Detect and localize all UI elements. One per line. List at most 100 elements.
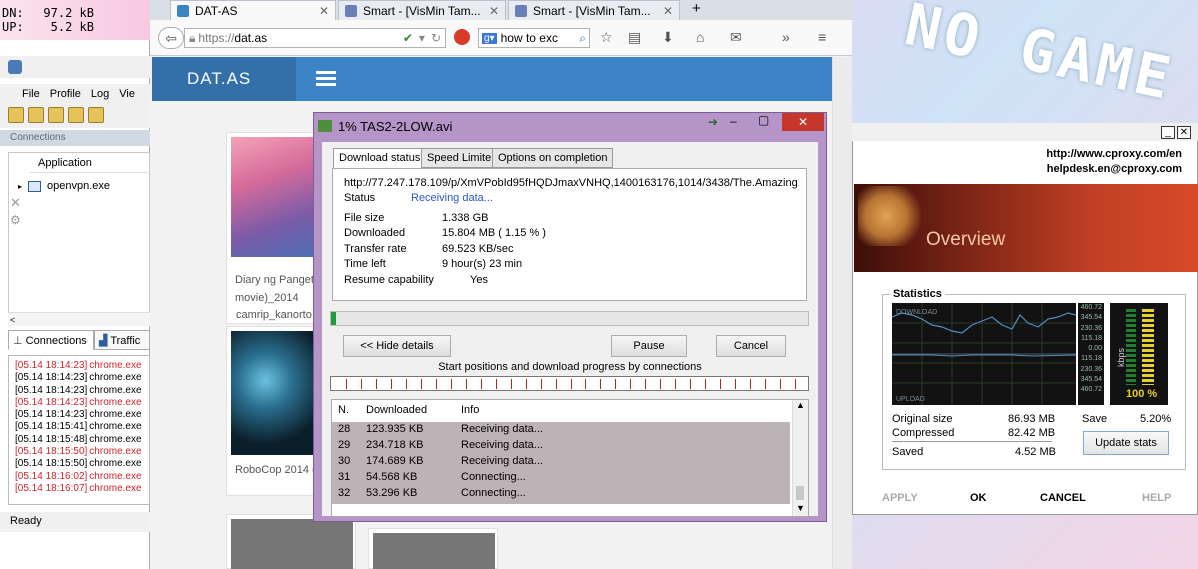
help-button[interactable]: HELP <box>1142 492 1171 504</box>
search-box[interactable]: g▾ how to exc ⌕ <box>478 28 590 48</box>
close-icon[interactable]: ✕ <box>10 195 30 211</box>
toolbar-icon-3[interactable] <box>48 107 64 123</box>
table-row[interactable]: 29 234.718 KB Receiving data... <box>332 438 790 454</box>
hamburger-menu-icon[interactable] <box>316 71 336 89</box>
field-label-transfer-rate: Transfer rate <box>344 243 407 255</box>
table-scrollbar[interactable]: ▲ ▼ <box>792 400 808 516</box>
log-time: [05.14 18:14:23] <box>15 384 88 396</box>
site-logo[interactable]: DAT.AS <box>152 57 296 101</box>
menu-icon[interactable]: ≡ <box>818 29 826 45</box>
scroll-left-icon[interactable]: < <box>10 313 15 327</box>
ok-button[interactable]: OK <box>970 492 987 504</box>
movie-title-2[interactable]: RoboCop 2014 ( <box>235 461 316 479</box>
tab-dat-as[interactable]: DAT-AS ✕ <box>170 0 336 20</box>
cancel-button[interactable]: Cancel <box>716 335 786 357</box>
log-process: chrome.exe <box>89 470 142 482</box>
movie-card-2[interactable]: RoboCop 2014 ( <box>226 326 318 496</box>
log-time: [05.14 18:15:48] <box>15 433 88 445</box>
toolbar-icon-4[interactable] <box>68 107 84 123</box>
table-row[interactable]: 30 174.689 KB Receiving data... <box>332 454 790 470</box>
download-icon[interactable]: ⬇ <box>662 29 674 46</box>
arrow-icon[interactable]: ➜ <box>708 115 718 129</box>
apply-button[interactable]: APPLY <box>882 492 918 504</box>
connection-segment-tick <box>735 379 737 389</box>
horizontal-scrollbar[interactable]: < <box>8 312 150 326</box>
movie-title-1-line1[interactable]: Diary ng Panget <box>235 271 314 289</box>
status-bar: Ready <box>0 512 150 532</box>
overview-heading: Overview <box>926 229 1006 250</box>
star-icon[interactable]: ☆ <box>600 29 613 46</box>
table-row[interactable]: 31 54.568 KB Connecting... <box>332 470 790 486</box>
toolbar-icon-1[interactable] <box>8 107 24 123</box>
field-label-resume: Resume capability <box>344 274 434 286</box>
movie-card-1[interactable]: Diary ng Panget movie)_2014 <box>226 132 318 324</box>
scroll-up-icon[interactable]: ▲ <box>796 400 805 410</box>
log-line: [05.14 18:15:48] chrome.exe <box>15 434 143 446</box>
minimize-button[interactable]: – <box>730 114 750 128</box>
settings-icon[interactable]: ⚙ <box>10 213 30 227</box>
tab-traffic[interactable]: ▟ Traffic <box>94 330 150 350</box>
tab-smart-2[interactable]: Smart - [VisMin Tam... ✕ <box>508 0 680 20</box>
movie-title-1-line2[interactable]: movie)_2014 <box>235 289 299 307</box>
tab-connections[interactable]: ⊥ Connections <box>8 330 94 350</box>
toolbar-icon-2[interactable] <box>28 107 44 123</box>
movie-title-1-line3[interactable]: camrip_kanorto <box>236 306 312 324</box>
update-stats-button[interactable]: Update stats <box>1083 431 1169 455</box>
menu-view[interactable]: Vie <box>119 88 135 100</box>
more-tools-icon[interactable]: » <box>782 29 790 45</box>
google-icon[interactable]: g▾ <box>482 32 497 44</box>
close-icon[interactable]: ✕ <box>663 4 673 18</box>
connection-row[interactable]: ▸ openvpn.exe <box>14 177 150 195</box>
cproxy-email[interactable]: helpdesk.en@cproxy.com <box>1000 162 1182 177</box>
log-process: chrome.exe <box>89 446 142 458</box>
url-bar[interactable]: 🔒︎ https:// dat.as ✔ ▾ ↻ <box>184 28 446 48</box>
menu-file[interactable]: File <box>22 88 40 100</box>
cell-info: Connecting... <box>461 487 526 499</box>
back-button[interactable]: ⇦ <box>158 27 184 49</box>
new-tab-button[interactable]: + <box>692 0 701 17</box>
close-button[interactable]: ✕ <box>782 113 824 131</box>
compressed-value: 82.42 MB <box>1008 427 1056 439</box>
saved-label: Saved <box>892 446 924 458</box>
mail-icon[interactable]: ✉ <box>730 29 742 46</box>
scroll-thumb[interactable] <box>796 486 804 500</box>
close-button[interactable]: ✕ <box>1177 126 1191 139</box>
maximize-button[interactable]: ▢ <box>758 113 778 127</box>
tab-download-status[interactable]: Download status <box>333 148 427 170</box>
page-scrollbar[interactable] <box>832 57 852 569</box>
tab-options-on-completion[interactable]: Options on completion <box>492 148 614 168</box>
connection-segment-tick <box>675 379 677 389</box>
home-icon[interactable]: ⌂ <box>696 29 704 45</box>
minimize-button[interactable]: _ <box>1161 126 1175 139</box>
scroll-down-icon[interactable]: ▼ <box>796 503 805 513</box>
pause-button[interactable]: Pause <box>611 335 687 357</box>
application-column-header[interactable]: Application <box>30 155 150 173</box>
connection-segment-tick <box>765 379 767 389</box>
table-row[interactable]: 32 53.296 KB Connecting... <box>332 486 790 502</box>
block-icon[interactable] <box>454 29 470 45</box>
menu-profile[interactable]: Profile <box>50 88 81 100</box>
col-info[interactable]: Info <box>461 404 479 416</box>
cproxy-url[interactable]: http://www.cproxy.com/en <box>1000 147 1182 162</box>
tab-speed-limiter[interactable]: Speed Limiter <box>421 148 501 168</box>
tab-smart-1[interactable]: Smart - [VisMin Tam... ✕ <box>338 0 506 20</box>
movie-card-4[interactable] <box>368 528 498 569</box>
bar-green <box>1126 309 1136 385</box>
col-downloaded[interactable]: Downloaded <box>366 404 427 416</box>
expand-icon[interactable]: ▸ <box>18 182 22 191</box>
menu-log[interactable]: Log <box>91 88 109 100</box>
search-icon[interactable]: ⌕ <box>579 31 586 46</box>
reload-icon[interactable]: ↻ <box>431 31 441 45</box>
cancel-button[interactable]: CANCEL <box>1040 492 1086 504</box>
reading-list-icon[interactable]: ▤ <box>628 29 641 46</box>
dropdown-icon[interactable]: ▾ <box>419 31 425 45</box>
log-process: chrome.exe <box>89 433 142 445</box>
toolbar-icon-5[interactable] <box>88 107 104 123</box>
hide-details-button[interactable]: << Hide details <box>343 335 451 357</box>
movie-card-3[interactable] <box>226 514 356 569</box>
close-icon[interactable]: ✕ <box>489 4 499 18</box>
col-n[interactable]: N. <box>338 404 349 416</box>
close-icon[interactable]: ✕ <box>319 4 329 18</box>
table-row[interactable]: 28 123.935 KB Receiving data... <box>332 422 790 438</box>
check-icon[interactable]: ✔ <box>403 31 413 45</box>
